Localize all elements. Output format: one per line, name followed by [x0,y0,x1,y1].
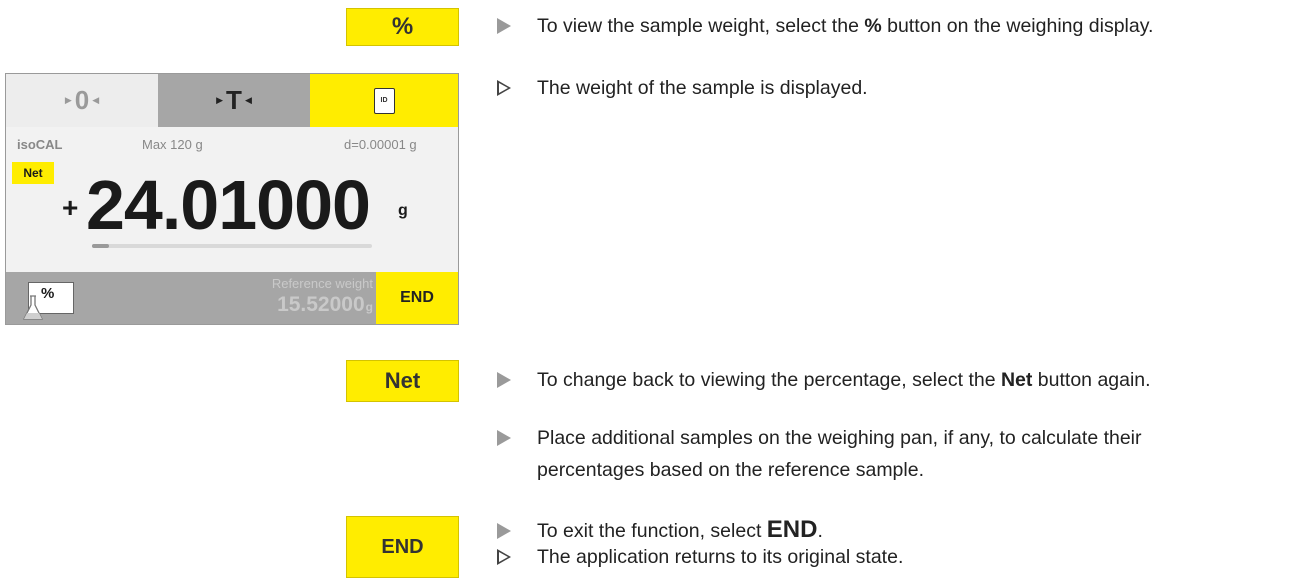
step-text: To exit the function, select [537,520,767,542]
percent-button[interactable]: % [346,8,459,46]
reference-weight-label: Reference weight [271,276,373,291]
flask-icon [22,295,44,320]
action-arrow-icon [497,430,511,446]
zero-key-label: 0 [74,85,90,115]
capacity-bar [92,244,372,248]
result-arrow-icon [497,549,511,565]
id-key[interactable]: ID [310,74,458,127]
zero-key[interactable]: ▶ 0 ◀ [6,74,158,127]
weight-value: 24.01000 [86,166,371,244]
id-document-icon: ID [373,87,395,114]
net-badge: Net [12,162,54,184]
display-end-key[interactable]: END [376,272,458,324]
readability: d=0.00001 g [344,137,417,152]
net-button[interactable]: Net [346,360,459,402]
end-button[interactable]: END [346,516,459,578]
tare-key[interactable]: ▶ T ◀ [158,74,310,127]
reference-weight-value: 15.52000g [277,293,373,317]
step-bold: % [864,15,882,37]
result-arrow-icon [497,80,511,96]
weight-unit: g [398,202,408,219]
step-text: button on the weighing display. [881,15,1154,37]
step-text: Place additional samples on the weighing… [537,427,1142,449]
arrow-left-icon: ◀ [92,95,100,105]
step-bold: Net [1000,369,1033,391]
step-text: The weight of the sample is displayed. [537,77,868,99]
step-result-original-state: The application returns to its original … [497,541,903,573]
step-bold: END [766,516,818,543]
action-arrow-icon [497,18,511,34]
capacity-bar-fill [92,244,109,248]
reference-value-unit: g [365,300,373,314]
step-text: The application returns to its original … [537,546,904,568]
step-select-net: To change back to viewing the percentage… [497,364,1151,396]
program-name: isoCAL [17,137,63,152]
id-icon-text: ID [380,97,388,104]
arrow-right-icon: ▶ [216,95,224,105]
weight-sign: + [62,192,79,223]
action-arrow-icon [497,523,511,539]
arrow-right-icon: ▶ [64,95,72,105]
step-result-weight: The weight of the sample is displayed. [497,72,868,104]
display-bottom-bar: % Reference weight 15.52000g END [6,272,458,324]
step-text: button again. [1032,369,1151,391]
max-capacity: Max 120 g [142,137,203,152]
action-arrow-icon [497,372,511,388]
step-additional-samples: Place additional samples on the weighing… [497,422,1142,486]
arrow-left-icon: ◀ [244,95,252,105]
step-text: . [817,520,823,542]
step-select-percent: To view the sample weight, select the % … [497,10,1153,42]
tare-key-label: T [226,85,242,115]
step-text: percentages based on the reference sampl… [537,459,925,481]
display-top-bar: ▶ 0 ◀ ▶ T ◀ ID [6,74,458,127]
weighing-display: ▶ 0 ◀ ▶ T ◀ ID isoCAL Max 120 g d=0.0000… [5,73,459,325]
step-text: To change back to viewing the percentage… [537,369,1001,391]
reference-value-number: 15.52000 [277,293,365,316]
step-text: To view the sample weight, select the [537,15,865,37]
